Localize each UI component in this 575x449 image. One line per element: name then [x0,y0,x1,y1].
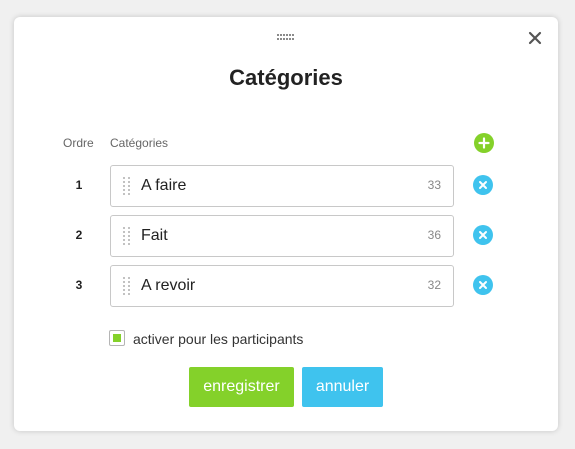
categories-dialog: Catégories Ordre Catégories 1 33 2 [14,17,558,431]
close-icon[interactable] [528,31,542,45]
x-icon [479,181,487,189]
row-order: 1 [75,178,83,192]
column-header-order: Ordre [63,136,94,150]
category-field: 36 [110,215,454,257]
drag-grip-icon[interactable] [123,277,130,295]
participants-checkbox-label[interactable]: activer pour les participants [133,331,303,347]
row-order: 2 [75,228,83,242]
category-input[interactable] [141,175,401,197]
char-count: 36 [427,228,441,242]
category-row: 2 36 [14,215,558,257]
plus-icon [478,137,490,149]
add-category-button[interactable] [474,133,494,153]
char-count: 32 [427,278,441,292]
category-input[interactable] [141,275,401,297]
drag-handle-icon[interactable] [277,34,295,40]
x-icon [479,281,487,289]
remove-category-button[interactable] [473,275,493,295]
category-field: 32 [110,265,454,307]
category-row: 3 32 [14,265,558,307]
category-field: 33 [110,165,454,207]
category-row: 1 33 [14,165,558,207]
drag-grip-icon[interactable] [123,177,130,195]
save-button[interactable]: enregistrer [189,367,294,407]
remove-category-button[interactable] [473,175,493,195]
category-input[interactable] [141,225,401,247]
checkbox-checked-mark [113,334,121,342]
drag-grip-icon[interactable] [123,227,130,245]
row-order: 3 [75,278,83,292]
remove-category-button[interactable] [473,225,493,245]
x-icon [479,231,487,239]
cancel-button[interactable]: annuler [302,367,383,407]
column-header-categories: Catégories [110,136,169,150]
participants-checkbox[interactable] [109,330,125,346]
dialog-title: Catégories [229,65,343,90]
char-count: 33 [427,178,441,192]
